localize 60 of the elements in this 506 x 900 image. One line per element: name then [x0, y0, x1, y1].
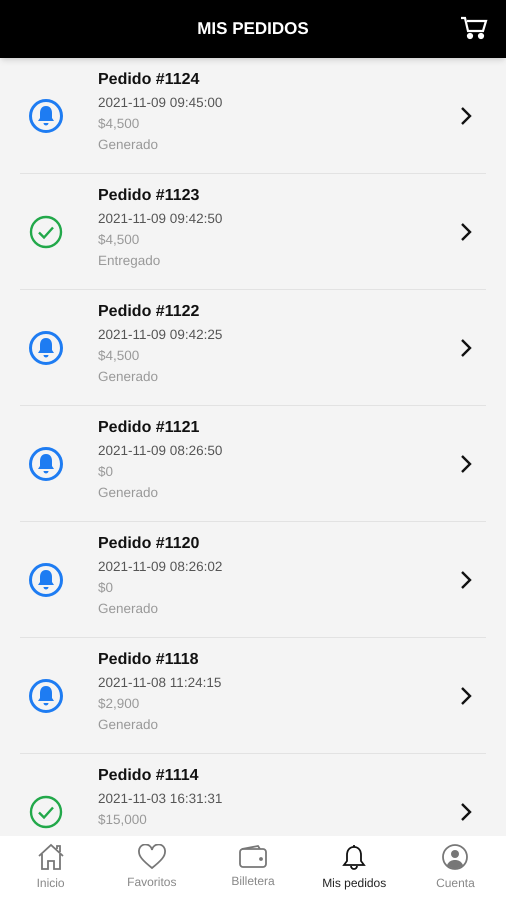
order-date: 2021-11-03 16:31:31 — [98, 790, 224, 808]
heart-icon — [136, 844, 167, 870]
bell-icon — [28, 678, 64, 714]
order-title: Pedido #1122 — [98, 302, 200, 322]
order-date: 2021-11-09 08:26:50 — [98, 442, 224, 460]
nav-tab[interactable]: Inicio — [0, 836, 102, 900]
order-amount: $4,500 — [98, 115, 140, 133]
order-date: 2021-11-09 09:42:25 — [98, 326, 224, 344]
wallet-icon — [238, 844, 268, 868]
nav-tab[interactable]: Cuenta — [404, 836, 506, 900]
order-row[interactable]: Pedido #1124 2021-11-09 09:45:00 $4,500 Generado — [0, 58, 506, 174]
order-title: Pedido #1120 — [98, 534, 200, 554]
nav-tab[interactable]: Billetera — [202, 836, 304, 900]
order-row[interactable]: Pedido #1122 2021-11-09 09:42:25 $4,500 Generado — [0, 290, 506, 406]
order-row[interactable]: Pedido #1121 2021-11-09 08:26:50 $0 Generado — [0, 406, 506, 522]
order-row[interactable]: Pedido #1118 2021-11-08 11:24:15 $2,900 Generado — [0, 638, 506, 754]
bell-icon — [28, 330, 64, 366]
bell-icon — [28, 562, 64, 598]
check-circle-icon — [28, 214, 64, 250]
chevron-right-icon — [460, 454, 472, 474]
order-date: 2021-11-09 08:26:02 — [98, 558, 224, 576]
order-title: Pedido #1118 — [98, 650, 200, 670]
order-amount: $0 — [98, 463, 114, 481]
cart-icon[interactable] — [460, 15, 488, 41]
bell-icon — [28, 446, 64, 482]
nav-tab[interactable]: Mis pedidos — [304, 836, 405, 900]
order-amount: $0 — [98, 579, 114, 597]
order-row[interactable]: Pedido #1114 2021-11-03 16:31:31 $15,000 — [0, 754, 506, 836]
order-amount: $15,000 — [98, 811, 148, 829]
chevron-right-icon — [460, 338, 472, 358]
nav-tab[interactable]: Favoritos — [101, 836, 202, 900]
account-icon — [441, 842, 470, 870]
order-title: Pedido #1124 — [98, 70, 200, 90]
check-circle-icon — [28, 794, 64, 830]
order-amount: $4,500 — [98, 347, 140, 365]
bell-icon — [28, 98, 64, 134]
order-date: 2021-11-09 09:42:50 — [98, 210, 224, 228]
chevron-right-icon — [460, 570, 472, 590]
order-amount: $4,500 — [98, 231, 140, 249]
order-status: Generado — [98, 368, 160, 386]
order-title: Pedido #1123 — [98, 186, 200, 206]
order-status: Generado — [98, 716, 160, 734]
home-icon — [36, 842, 66, 870]
chevron-right-icon — [460, 802, 472, 822]
order-date: 2021-11-08 11:24:15 — [98, 674, 222, 692]
order-status: Generado — [98, 600, 160, 618]
order-status: Entregado — [98, 252, 162, 270]
order-row[interactable]: Pedido #1123 2021-11-09 09:42:50 $4,500 Entregado — [0, 174, 506, 290]
order-title: Pedido #1121 — [98, 418, 200, 438]
order-status: Generado — [98, 136, 160, 154]
chevron-right-icon — [460, 686, 472, 706]
order-title: Pedido #1114 — [98, 766, 200, 786]
chevron-right-icon — [460, 106, 472, 126]
page-title: MIS PEDIDOS — [197, 18, 309, 40]
chevron-right-icon — [460, 222, 472, 242]
bell-icon — [341, 842, 368, 870]
order-status: Generado — [98, 484, 160, 502]
order-date: 2021-11-09 09:45:00 — [98, 94, 224, 112]
order-row[interactable]: Pedido #1120 2021-11-09 08:26:02 $0 Generado — [0, 522, 506, 638]
order-amount: $2,900 — [98, 695, 140, 713]
